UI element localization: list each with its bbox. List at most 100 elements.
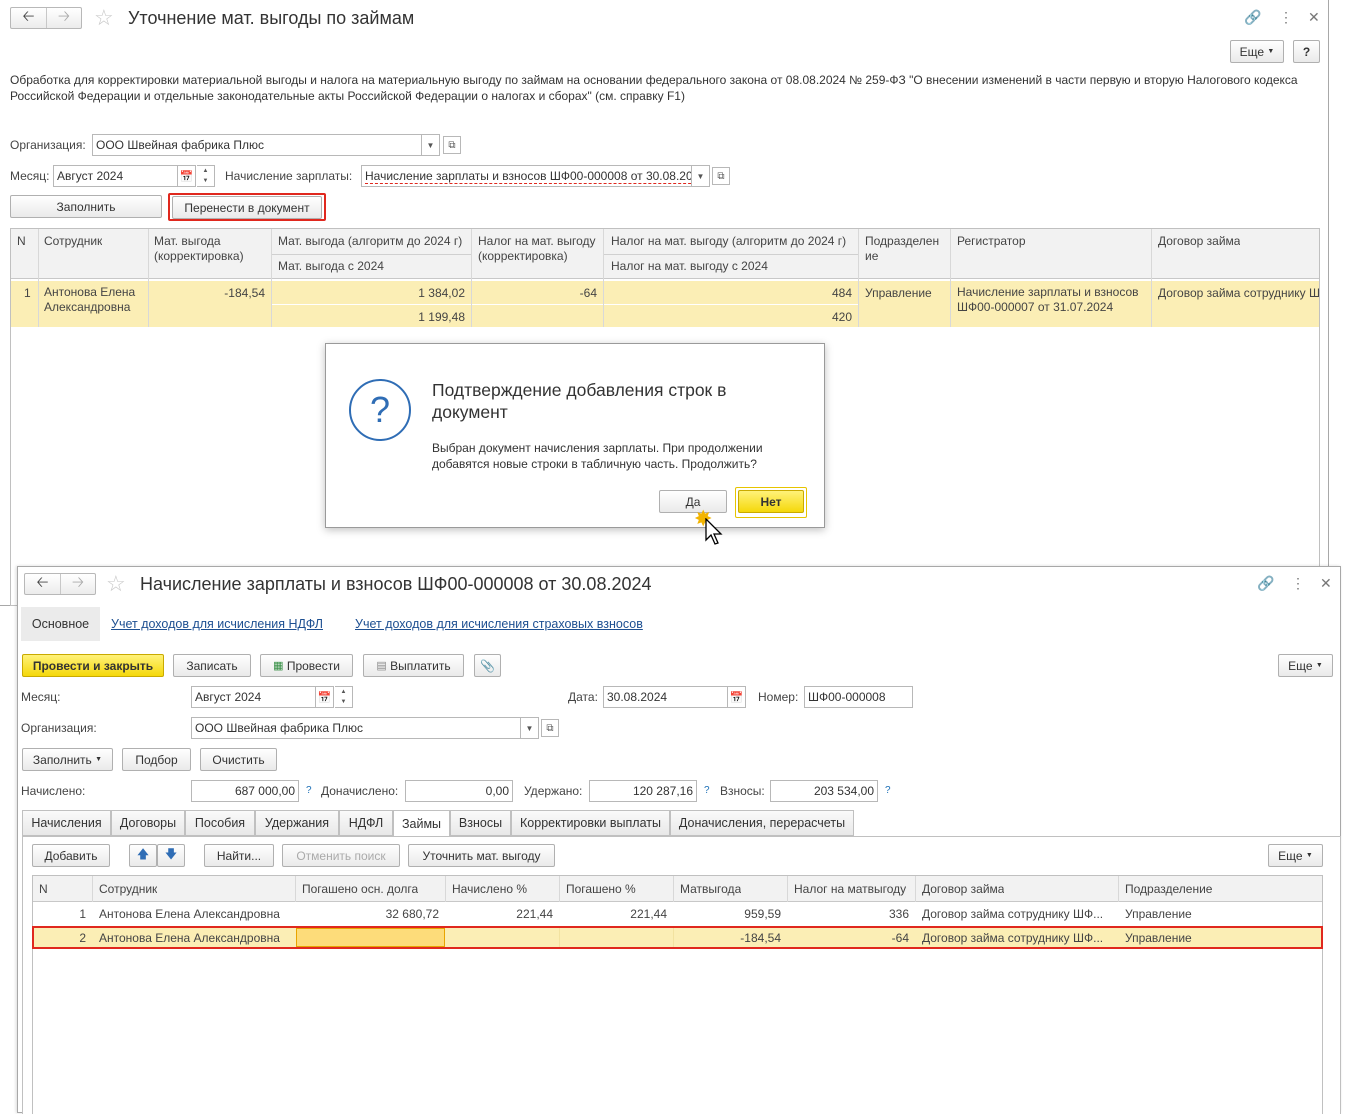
loans-grid: N Сотрудник Погашено осн. долга Начислен… xyxy=(32,875,1323,1114)
tab-ndfl[interactable]: НДФЛ xyxy=(339,810,393,836)
nav-ndfl-link[interactable]: Учет доходов для исчисления НДФЛ xyxy=(111,617,323,631)
find-button[interactable]: Найти... xyxy=(204,844,274,867)
tab-recalculations[interactable]: Доначисления, перерасчеты xyxy=(670,810,854,836)
withheld-field[interactable]: 120 287,16 xyxy=(589,780,697,802)
select-button[interactable]: Подбор xyxy=(122,748,191,771)
doc-month-stepper[interactable]: ▲ ▼ xyxy=(335,686,353,708)
paperclip-icon: 📎 xyxy=(480,658,495,673)
payroll-field[interactable]: Начисление зарплаты и взносов ШФ00-00000… xyxy=(361,165,692,187)
col-repaid-principal[interactable]: Погашено осн. долга xyxy=(302,882,418,896)
col-tax[interactable]: Налог на матвыгоду xyxy=(794,882,906,896)
number-field[interactable]: ШФ00-000008 xyxy=(804,686,913,708)
grid-more-button[interactable]: Еще ▼ xyxy=(1268,844,1323,867)
table-row-selected[interactable]: 2 Антонова Елена Александровна -184,54 -… xyxy=(32,926,1323,949)
close-icon[interactable]: ✕ xyxy=(1320,575,1332,592)
yes-button[interactable]: Да xyxy=(659,490,727,513)
col-division[interactable]: Подразделение xyxy=(865,234,943,264)
nav-main[interactable]: Основное xyxy=(21,607,100,641)
org-label: Организация: xyxy=(10,138,86,152)
table-row[interactable]: 1 Антонова Елена Александровна 32 680,72… xyxy=(33,902,1322,926)
org-dropdown-icon[interactable]: ▼ xyxy=(422,134,440,156)
payroll-open-icon[interactable]: ⧉ xyxy=(712,167,730,185)
date-calendar-icon[interactable]: 📅 xyxy=(728,686,746,708)
tab-payment-corrections[interactable]: Корректировки выплаты xyxy=(511,810,670,836)
extra-field[interactable]: 0,00 xyxy=(405,780,513,802)
col-repaid-pct[interactable]: Погашено % xyxy=(566,882,636,896)
transfer-to-document-button[interactable]: Перенести в документ xyxy=(172,196,322,219)
col-tax-corr[interactable]: Налог на мат. выгоду (корректировка) xyxy=(478,234,608,264)
post-close-button[interactable]: Провести и закрыть xyxy=(22,654,164,677)
help-button[interactable]: ? xyxy=(1293,40,1320,63)
col-tax-old[interactable]: Налог на мат. выгоду (алгоритм до 2024 г… xyxy=(611,234,846,248)
more-button[interactable]: Еще ▼ xyxy=(1230,40,1284,63)
forward-arrow-icon[interactable]: 🡢 xyxy=(46,8,81,28)
col-n[interactable]: N xyxy=(39,882,48,896)
attach-button[interactable]: 📎 xyxy=(474,654,501,677)
tab-loans[interactable]: Займы xyxy=(393,810,450,837)
col-benefit-new[interactable]: Мат. выгода с 2024 xyxy=(278,259,384,273)
arrow-up-icon: 🡅 xyxy=(136,847,150,861)
col-contract[interactable]: Договор займа xyxy=(1158,234,1240,248)
col-n[interactable]: N xyxy=(17,234,26,248)
tab-contracts[interactable]: Договоры xyxy=(111,810,185,836)
favorite-star-icon[interactable]: ☆ xyxy=(106,571,126,597)
link-icon[interactable]: 🔗 xyxy=(1257,575,1274,592)
nav-insurance-link[interactable]: Учет доходов для исчисления страховых вз… xyxy=(355,617,643,631)
back-arrow-icon[interactable]: 🡠 xyxy=(25,574,60,594)
move-down-button[interactable]: 🡇 xyxy=(157,844,185,867)
tab-contributions[interactable]: Взносы xyxy=(450,810,511,836)
no-button[interactable]: Нет xyxy=(738,490,804,513)
month-field[interactable]: Август 2024 xyxy=(53,165,178,187)
accrued-help-icon[interactable]: ? xyxy=(306,785,312,796)
clear-button[interactable]: Очистить xyxy=(200,748,277,771)
org-open-icon[interactable]: ⧉ xyxy=(443,136,461,154)
cancel-find-button[interactable]: Отменить поиск xyxy=(282,844,400,867)
fill-button[interactable]: Заполнить xyxy=(10,195,162,218)
doc-fill-button[interactable]: Заполнить ▼ xyxy=(22,748,113,771)
calendar-icon[interactable]: 📅 xyxy=(178,165,196,187)
doc-month-field[interactable]: Август 2024 xyxy=(191,686,316,708)
link-icon[interactable]: 🔗 xyxy=(1244,9,1261,26)
accrued-field[interactable]: 687 000,00 xyxy=(191,780,299,802)
col-contract[interactable]: Договор займа xyxy=(922,882,1004,896)
pay-button[interactable]: ▤ Выплатить xyxy=(363,654,464,677)
col-accrued-pct[interactable]: Начислено % xyxy=(452,882,527,896)
forward-arrow-icon[interactable]: 🡢 xyxy=(60,574,95,594)
date-field[interactable]: 30.08.2024 xyxy=(603,686,728,708)
favorite-star-icon[interactable]: ☆ xyxy=(94,5,114,31)
col-benefit-old[interactable]: Мат. выгода (алгоритм до 2024 г) xyxy=(278,234,462,248)
org-field[interactable]: ООО Швейная фабрика Плюс xyxy=(92,134,422,156)
contrib-help-icon[interactable]: ? xyxy=(885,785,891,796)
tab-deductions[interactable]: Удержания xyxy=(255,810,339,836)
withheld-help-icon[interactable]: ? xyxy=(704,785,710,796)
col-employee[interactable]: Сотрудник xyxy=(99,882,157,896)
refine-benefit-button[interactable]: Уточнить мат. выгоду xyxy=(408,844,555,867)
doc-org-field[interactable]: ООО Швейная фабрика Плюс xyxy=(191,717,521,739)
kebab-menu-icon[interactable]: ⋮ xyxy=(1279,9,1293,26)
add-button[interactable]: Добавить xyxy=(32,844,110,867)
doc-org-open-icon[interactable]: ⧉ xyxy=(541,719,559,737)
col-benefit[interactable]: Матвыгода xyxy=(680,882,741,896)
col-tax-new[interactable]: Налог на мат. выгоду с 2024 xyxy=(611,259,768,273)
col-employee[interactable]: Сотрудник xyxy=(44,234,102,248)
col-registrar[interactable]: Регистратор xyxy=(957,234,1026,248)
post-button[interactable]: ▦ Провести xyxy=(260,654,353,677)
active-cell[interactable] xyxy=(296,928,445,947)
back-arrow-icon[interactable]: 🡠 xyxy=(11,8,46,28)
move-up-button[interactable]: 🡅 xyxy=(129,844,157,867)
payroll-dropdown-icon[interactable]: ▼ xyxy=(692,165,710,187)
month-stepper[interactable]: ▲ ▼ xyxy=(197,165,215,187)
month-label: Месяц: xyxy=(21,690,61,704)
month-label: Месяц: xyxy=(10,169,50,183)
calendar-icon[interactable]: 📅 xyxy=(316,686,334,708)
tab-benefits[interactable]: Пособия xyxy=(185,810,255,836)
doc-more-button[interactable]: Еще ▼ xyxy=(1278,654,1333,677)
tab-accruals[interactable]: Начисления xyxy=(22,810,111,836)
kebab-menu-icon[interactable]: ⋮ xyxy=(1291,575,1305,592)
doc-org-dropdown-icon[interactable]: ▼ xyxy=(521,717,539,739)
close-icon[interactable]: ✕ xyxy=(1308,9,1320,26)
col-benefit-corr[interactable]: Мат. выгода (корректировка) xyxy=(154,234,264,264)
save-button[interactable]: Записать xyxy=(173,654,251,677)
col-division[interactable]: Подразделение xyxy=(1125,882,1212,896)
contrib-field[interactable]: 203 534,00 xyxy=(770,780,878,802)
